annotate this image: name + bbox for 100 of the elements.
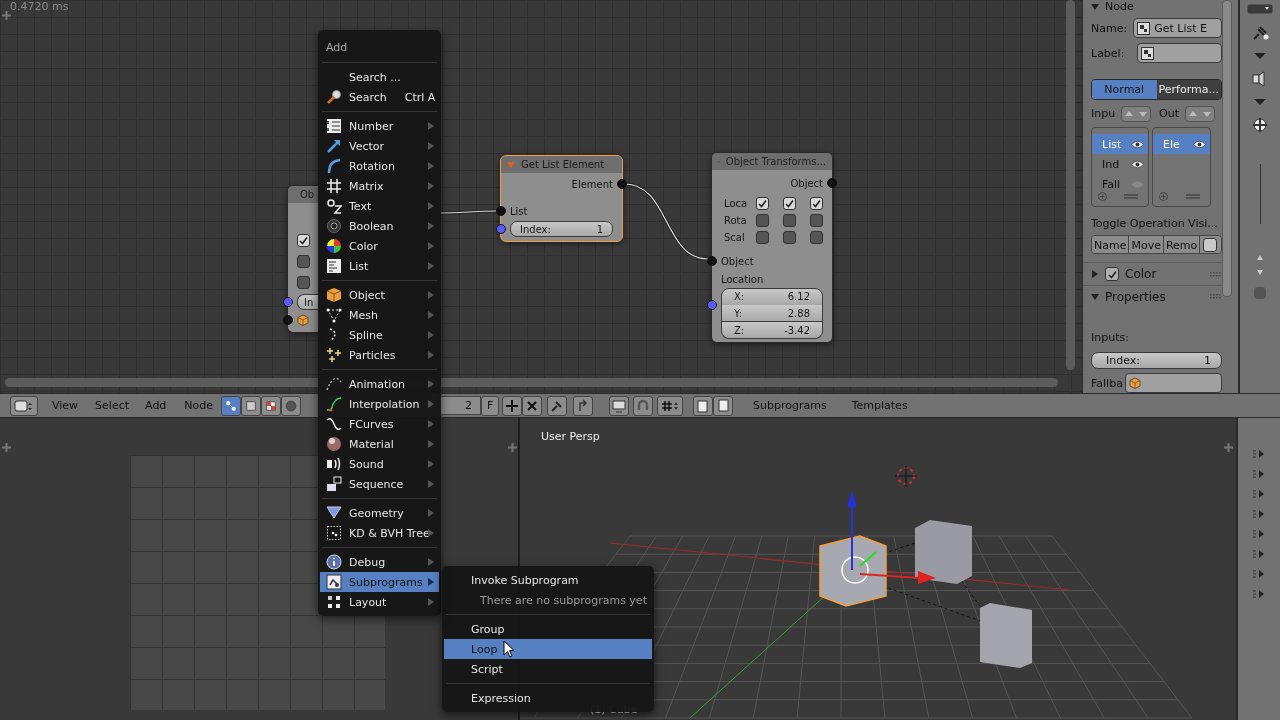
checkbox[interactable]: [783, 197, 796, 210]
expand-icon[interactable]: [1091, 2, 1099, 11]
checkbox[interactable]: [756, 214, 769, 227]
checkbox[interactable]: [756, 197, 769, 210]
panel-arrow-icon[interactable]: [1252, 448, 1266, 460]
header-menu[interactable]: Templates: [851, 399, 908, 412]
menu-item[interactable]: FCurves: [320, 414, 439, 434]
operation-button[interactable]: Remo: [1163, 236, 1201, 254]
scroll-bar[interactable]: [1066, 0, 1075, 370]
header-menu[interactable]: Add: [145, 399, 167, 412]
add-icon[interactable]: [1098, 192, 1107, 202]
checkbox[interactable]: [297, 276, 310, 289]
node-socket[interactable]: [707, 256, 717, 266]
node-socket[interactable]: [827, 178, 837, 188]
cube[interactable]: [819, 535, 887, 607]
checkbox[interactable]: [1105, 267, 1119, 282]
menu-item[interactable]: Sequence: [320, 474, 439, 494]
number-field[interactable]: Index: 1: [510, 221, 613, 237]
eye-icon[interactable]: [1131, 139, 1144, 149]
menu-item[interactable]: Spline: [320, 325, 439, 345]
expand-icon[interactable]: [1253, 98, 1267, 106]
header-menu[interactable]: Subprograms: [753, 399, 827, 412]
checkbox[interactable]: [756, 231, 769, 244]
menu-item[interactable]: Animation: [320, 374, 439, 394]
panel-arrow-icon[interactable]: [1252, 588, 1266, 600]
socket-list-item[interactable]: Ind: [1092, 154, 1148, 175]
menu-item[interactable]: Loop: [444, 639, 652, 659]
toggle-icon[interactable]: [1253, 286, 1267, 300]
frame-field[interactable]: 2: [438, 396, 482, 415]
eye-icon[interactable]: [1131, 159, 1144, 169]
menu-item[interactable]: Subprograms: [320, 572, 439, 592]
menu-item[interactable]: Layout: [320, 592, 439, 612]
menu-item[interactable]: Matrix: [320, 176, 439, 196]
mode-tab[interactable]: Performa...: [1156, 79, 1221, 99]
mode-button[interactable]: [241, 395, 262, 416]
spinner-icon[interactable]: [1255, 254, 1265, 276]
checkbox[interactable]: [810, 214, 823, 227]
add-icon[interactable]: [1159, 192, 1168, 202]
pin-icon[interactable]: [1251, 24, 1269, 42]
mode-tab[interactable]: Normal: [1092, 79, 1157, 99]
socket-list-item[interactable]: Ele: [1153, 134, 1210, 155]
new-button[interactable]: [502, 395, 523, 416]
name-field[interactable]: Get List E: [1133, 18, 1222, 39]
plus-icon[interactable]: [2, 443, 11, 452]
snap-type-button[interactable]: [657, 395, 684, 416]
operation-button[interactable]: Name: [1092, 236, 1130, 254]
checkbox[interactable]: [297, 234, 310, 247]
panel-arrow-icon[interactable]: [1252, 508, 1266, 520]
checkbox[interactable]: [783, 214, 796, 227]
scroll-bar[interactable]: [1222, 0, 1232, 297]
backdrop-button[interactable]: [609, 395, 630, 416]
menu-item[interactable]: Interpolation: [320, 394, 439, 414]
paste-button[interactable]: [713, 395, 734, 416]
menu-item[interactable]: Geometry: [320, 503, 439, 523]
mode-button[interactable]: [261, 395, 282, 416]
editor-type-button[interactable]: [10, 395, 38, 416]
checkbox[interactable]: [297, 255, 310, 268]
expand-icon[interactable]: [1253, 52, 1267, 60]
node-socket[interactable]: [707, 300, 717, 310]
panel-title[interactable]: Color: [1125, 267, 1204, 282]
number-field[interactable]: Z: -3.42: [721, 322, 823, 339]
node-socket[interactable]: [617, 179, 627, 189]
copy-button[interactable]: [693, 395, 714, 416]
pin-button[interactable]: [547, 395, 568, 416]
operation-button[interactable]: Move: [1129, 236, 1164, 254]
menu-item[interactable]: Search Ctrl A: [320, 87, 439, 107]
fake-user-button[interactable]: F: [481, 395, 500, 416]
number-field[interactable]: In: [297, 294, 319, 310]
menu-item[interactable]: Search ...: [320, 67, 439, 87]
menu-item[interactable]: KD & BVH Tree: [320, 523, 439, 543]
menu-item[interactable]: Sound: [320, 454, 439, 474]
header-menu[interactable]: View: [52, 399, 79, 412]
snap-button[interactable]: [633, 395, 654, 416]
panel-arrow-icon[interactable]: [1252, 548, 1266, 560]
grip-icon[interactable]: [1210, 294, 1222, 300]
panel-arrow-icon[interactable]: [1252, 488, 1266, 500]
header-menu[interactable]: Select: [95, 399, 130, 412]
grip-icon[interactable]: [1210, 271, 1222, 277]
menu-item[interactable]: Material: [320, 434, 439, 454]
panel-arrow-icon[interactable]: [1252, 568, 1266, 580]
unlink-button[interactable]: [522, 395, 543, 416]
parent-button[interactable]: [573, 395, 594, 416]
panel-title[interactable]: Node: [1105, 0, 1134, 14]
cube[interactable]: [915, 520, 972, 584]
panel-title[interactable]: Properties: [1105, 289, 1204, 304]
number-field[interactable]: Index: 1: [1091, 351, 1222, 369]
number-field[interactable]: Y: 2.88: [721, 305, 823, 322]
plus-icon[interactable]: [508, 443, 517, 452]
menu-item[interactable]: Mesh: [320, 305, 439, 325]
checkbox[interactable]: [783, 231, 796, 244]
panel-arrow-icon[interactable]: [1252, 468, 1266, 480]
number-field[interactable]: X: 6.12: [721, 287, 823, 306]
header-menu[interactable]: Node: [184, 399, 214, 412]
menu-item[interactable]: Debug: [320, 552, 439, 572]
menu-item[interactable]: Text: [320, 196, 439, 216]
menu-item[interactable]: Object: [320, 285, 439, 305]
plus-icon[interactable]: [1224, 443, 1233, 452]
checkbox[interactable]: [1203, 237, 1218, 252]
menu-item[interactable]: Boolean: [320, 216, 439, 236]
dropdown-icon[interactable]: [1247, 4, 1273, 14]
